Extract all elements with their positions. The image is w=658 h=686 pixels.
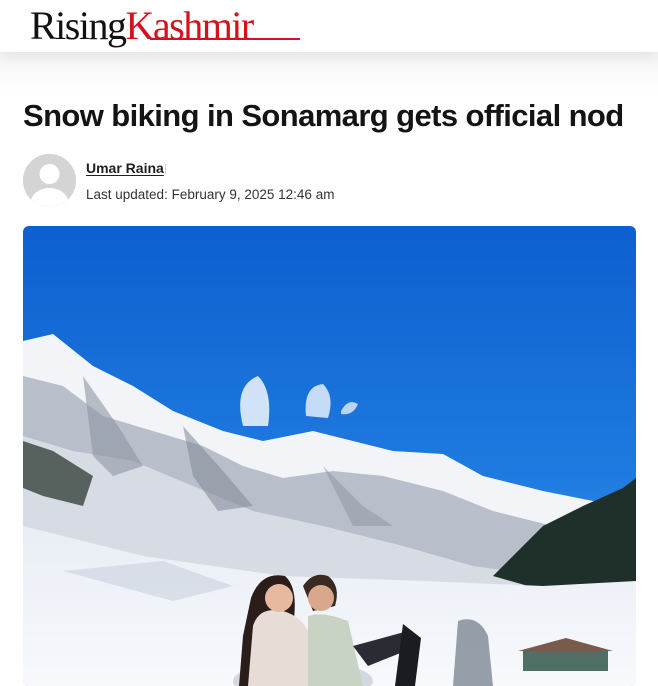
last-updated: Last updated: February 9, 2025 12:46 am: [86, 187, 334, 202]
hero-image: [23, 226, 636, 686]
meta-divider: [165, 164, 166, 174]
site-header: RisingKashmir: [0, 0, 658, 52]
logo-underline: [150, 38, 300, 40]
logo-word-kashmir: Kashmir: [125, 3, 254, 48]
logo-word-rising: Rising: [30, 3, 127, 48]
site-logo[interactable]: RisingKashmir: [30, 3, 254, 48]
last-updated-label: Last updated:: [86, 187, 168, 202]
article-title: Snow biking in Sonamarg gets official no…: [23, 98, 624, 133]
author-link[interactable]: Umar Raina: [86, 160, 164, 176]
last-updated-date: February 9, 2025 12:46 am: [171, 187, 335, 202]
header-shadow: [0, 52, 658, 92]
default-user-avatar-icon[interactable]: [23, 154, 76, 207]
